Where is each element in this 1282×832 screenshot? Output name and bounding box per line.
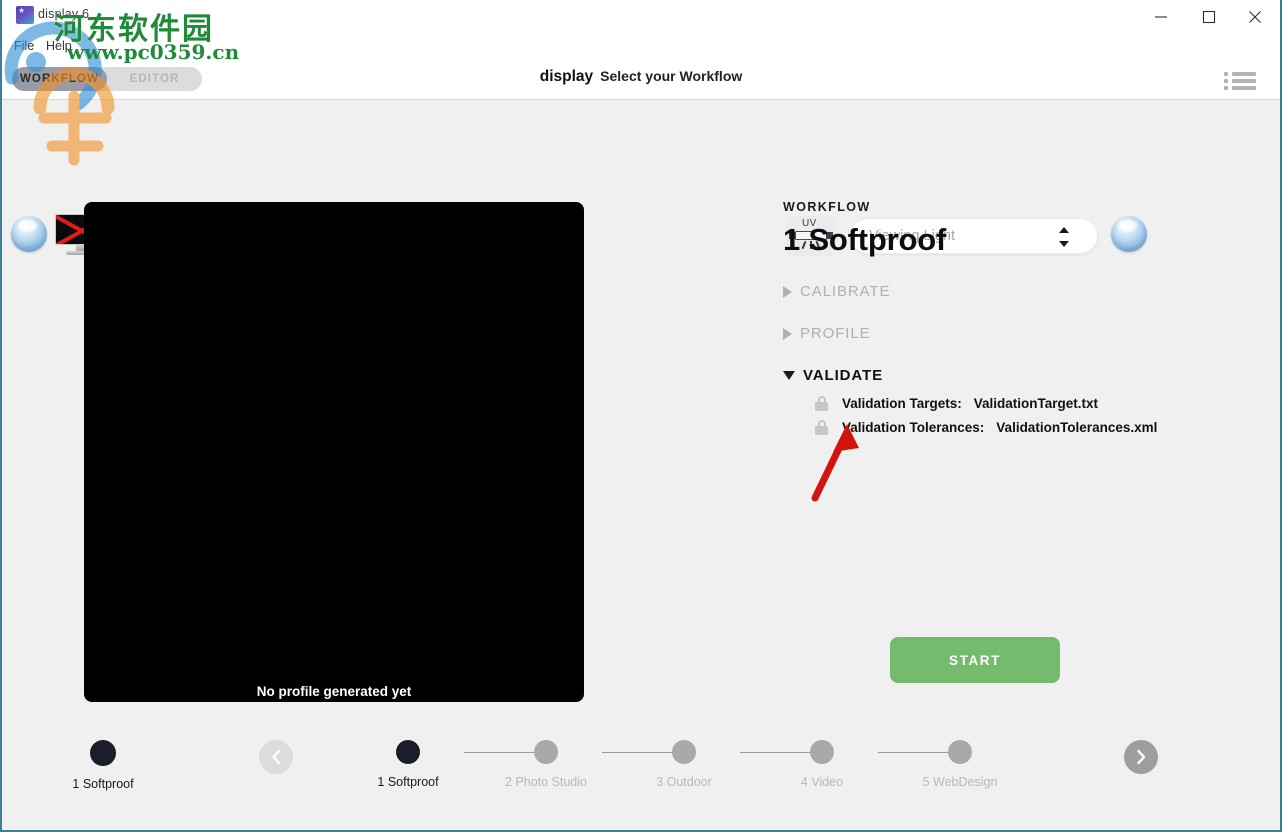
nav-bar: WORKFLOW EDITOR display Select your Workf…	[2, 58, 1280, 100]
blue-sphere-icon-left	[11, 216, 47, 252]
menu-item-help[interactable]: Help	[46, 39, 72, 53]
step-dot	[534, 740, 558, 764]
next-workflow-button[interactable]	[1124, 740, 1158, 774]
menu-item-file[interactable]: File	[14, 39, 34, 53]
section-validate[interactable]: VALIDATE	[783, 367, 1243, 384]
step-label: 3 Outdoor	[656, 775, 712, 789]
workflow-kicker: WORKFLOW	[783, 200, 871, 214]
preview-caption: No profile generated yet	[256, 684, 412, 699]
step-item-1[interactable]: 1 Softproof	[353, 740, 463, 789]
triangle-down-icon	[783, 371, 795, 380]
step-dot	[672, 740, 696, 764]
step-item-5[interactable]: 5 WebDesign	[905, 740, 1015, 789]
lock-icon	[815, 420, 828, 435]
maximize-icon[interactable]	[1186, 0, 1232, 34]
brand-name: display	[539, 68, 594, 85]
brand-header: display Select your Workflow	[2, 68, 1280, 86]
step-item-3[interactable]: 3 Outdoor	[629, 740, 739, 789]
section-calibrate-label: CALIBRATE	[800, 283, 891, 300]
brand-subtitle: Select your Workflow	[600, 68, 743, 84]
lock-icon	[815, 396, 828, 411]
section-profile[interactable]: PROFILE	[783, 325, 1243, 342]
step-item-2[interactable]: 2 Photo Studio	[491, 740, 601, 789]
current-step-dot	[90, 740, 116, 766]
step-dot	[396, 740, 420, 764]
app-logo-icon	[16, 6, 34, 24]
window-title: display 6	[38, 7, 90, 21]
validation-tolerances-row[interactable]: Validation Tolerances: ValidationToleran…	[783, 420, 1243, 435]
workflow-panel: WORKFLOW 1 Softproof CALIBRATE PROFILE V…	[783, 200, 1243, 435]
list-menu-icon[interactable]	[1224, 70, 1258, 90]
validation-targets-row[interactable]: Validation Targets: ValidationTarget.txt	[783, 396, 1243, 411]
triangle-right-icon	[783, 285, 792, 298]
section-validate-label: VALIDATE	[803, 367, 883, 384]
validation-tolerances-label: Validation Tolerances:	[842, 420, 985, 435]
profile-preview-panel: No profile generated yet	[84, 202, 584, 702]
title-bar: display 6	[2, 0, 1280, 36]
close-icon[interactable]	[1232, 0, 1278, 34]
step-label: 1 Softproof	[377, 775, 439, 789]
validation-targets-value: ValidationTarget.txt	[973, 396, 1099, 411]
workflow-title: 1 Softproof	[783, 222, 947, 257]
step-dot	[948, 740, 972, 764]
current-step-indicator: 1 Softproof	[62, 740, 144, 791]
step-dot	[810, 740, 834, 764]
application-window: display 6 File Help WORKFLOW EDITOR disp…	[0, 0, 1282, 832]
step-list: 1 Softproof 2 Photo Studio 3 Outdoor 4 V…	[362, 740, 1012, 810]
step-label: 5 WebDesign	[922, 775, 998, 789]
section-calibrate[interactable]: CALIBRATE	[783, 283, 1243, 300]
step-label: 4 Video	[800, 775, 844, 789]
validation-tolerances-value: ValidationTolerances.xml	[996, 420, 1158, 435]
validation-targets-label: Validation Targets:	[842, 396, 962, 411]
step-label: 2 Photo Studio	[504, 775, 587, 789]
menu-bar: File Help	[2, 36, 1280, 58]
workflow-stepper: 1 Softproof 1 Softproof 2 Photo Studio 3…	[2, 726, 1280, 830]
start-button[interactable]: START	[890, 637, 1060, 683]
current-step-label: 1 Softproof	[72, 777, 134, 791]
step-item-4[interactable]: 4 Video	[767, 740, 877, 789]
triangle-right-icon	[783, 327, 792, 340]
device-toolbar: PHL 274E5 UV Viewing Light	[2, 100, 1280, 256]
section-profile-label: PROFILE	[800, 325, 871, 342]
minimize-icon[interactable]	[1138, 0, 1184, 34]
prev-workflow-button[interactable]	[259, 740, 293, 774]
